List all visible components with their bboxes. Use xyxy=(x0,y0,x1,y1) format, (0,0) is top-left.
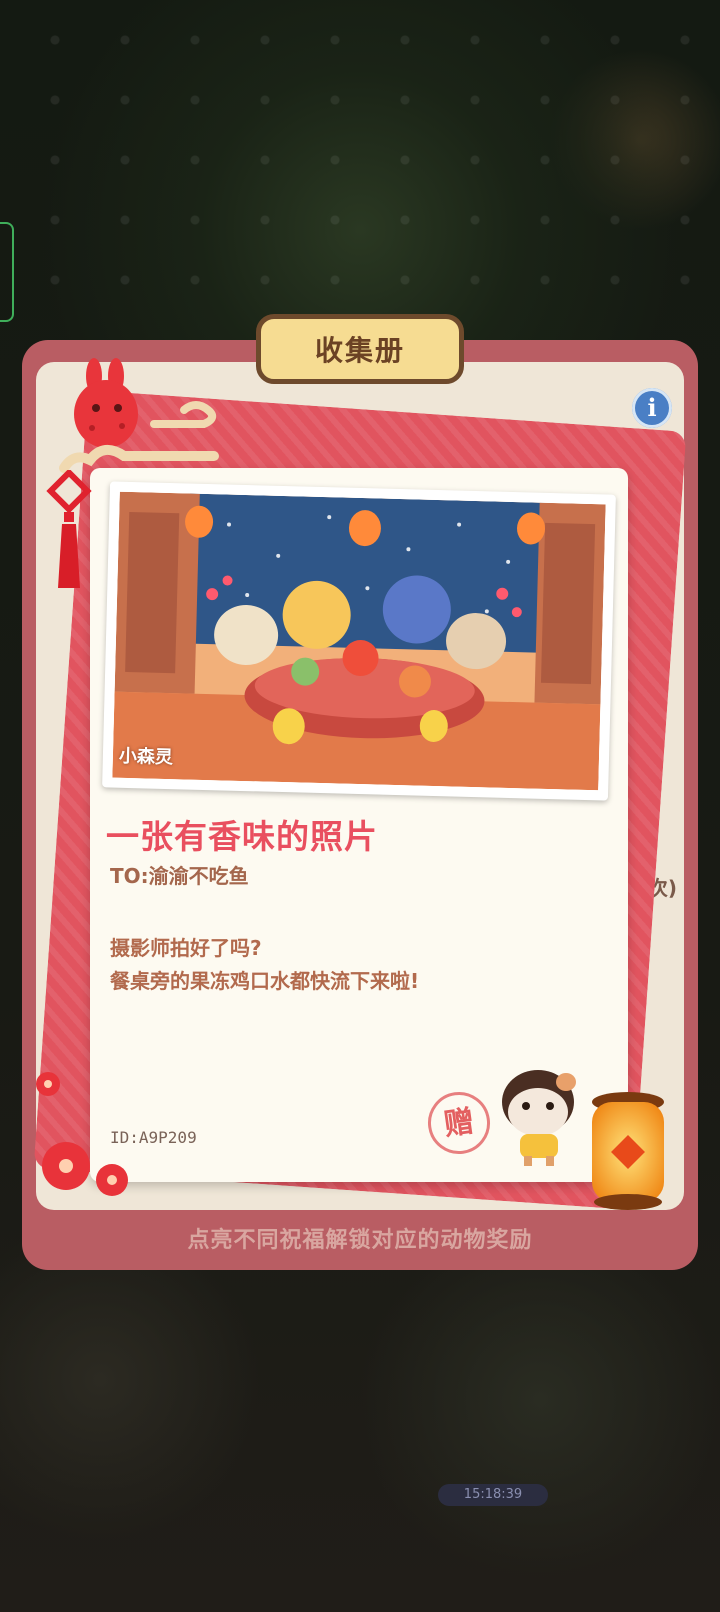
lantern-icon xyxy=(592,1092,664,1210)
photo-frame: 小森灵 xyxy=(102,481,616,801)
card-recipient: TO:渝渝不吃鱼 xyxy=(110,864,249,888)
card-title: 一张有香味的照片 xyxy=(106,817,378,856)
new-year-dinner-photo: 小森灵 xyxy=(112,491,606,791)
plum-blossom-icon xyxy=(36,1072,128,1196)
photo-signature: 小森灵 xyxy=(118,745,174,769)
card-message-line: 餐桌旁的果冻鸡口水都快流下来啦! xyxy=(110,969,420,993)
background-decoration xyxy=(0,0,720,300)
background-timer: 15:18:39 xyxy=(438,1484,548,1506)
card-message-line: 摄影师拍好了吗? xyxy=(110,936,262,960)
hamster-icon xyxy=(502,1070,576,1166)
card-message: 摄影师拍好了吗? 餐桌旁的果冻鸡口水都快流下来啦! xyxy=(110,932,419,998)
info-icon[interactable]: i xyxy=(632,388,672,428)
panel-title: 收集册 xyxy=(256,314,464,384)
chinese-knot-icon xyxy=(46,470,92,588)
side-menu-tab[interactable] xyxy=(0,222,14,322)
